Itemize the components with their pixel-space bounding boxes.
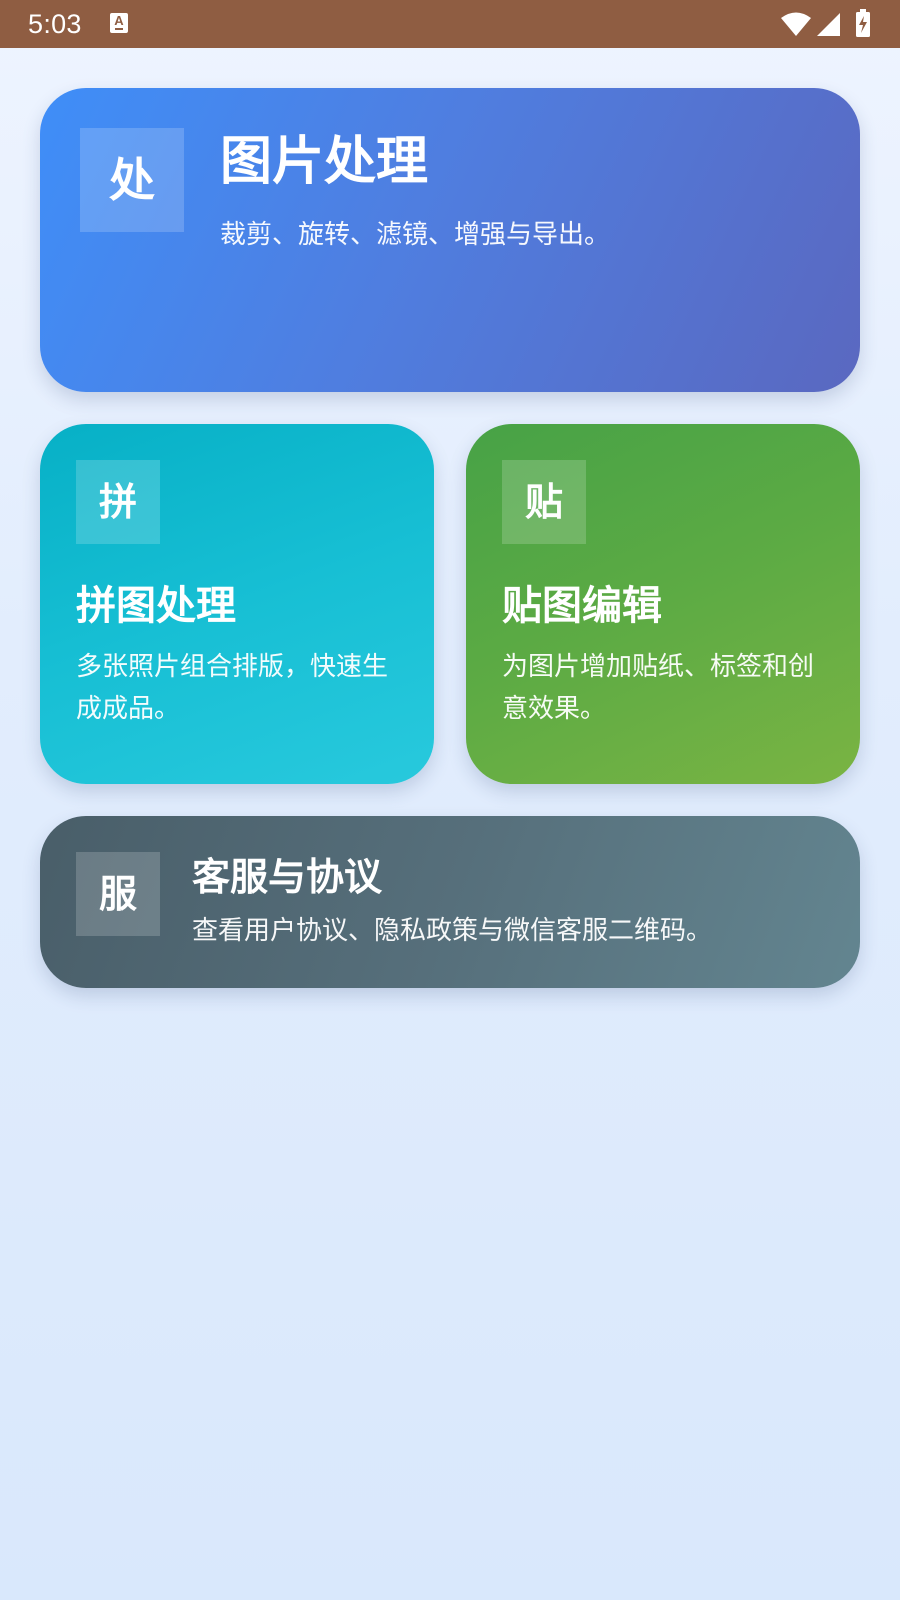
image-processing-card[interactable]: 处 图片处理 裁剪、旋转、滤镜、增强与导出。 (40, 88, 860, 392)
collage-glyph: 拼 (76, 460, 160, 544)
customer-service-title: 客服与协议 (192, 855, 383, 899)
customer-service-glyph: 服 (76, 852, 160, 936)
a-keyboard-glyph: A (114, 13, 124, 28)
image-processing-title: 图片处理 (220, 132, 429, 192)
image-processing-description: 裁剪、旋转、滤镜、增强与导出。 (220, 220, 611, 250)
customer-service-card[interactable]: 服 客服与协议 查看用户协议、隐私政策与微信客服二维码。 (40, 816, 860, 988)
sticker-card[interactable]: 贴 贴图编辑 为图片增加贴纸、标签和创意效果。 (466, 424, 860, 784)
collage-card[interactable]: 拼 拼图处理 多张照片组合排版，快速生成成品。 (40, 424, 434, 784)
sticker-glyph: 贴 (502, 460, 586, 544)
sticker-description: 为图片增加贴纸、标签和创意效果。 (502, 652, 815, 724)
a-keyboard-icon: A (110, 13, 128, 33)
collage-title: 拼图处理 (76, 583, 236, 629)
collage-description: 多张照片组合排版，快速生成成品。 (76, 652, 389, 724)
sticker-title: 贴图编辑 (502, 583, 662, 629)
image-processing-glyph: 处 (80, 128, 184, 232)
wifi-icon (781, 12, 811, 36)
status-bar: 5:03 A (0, 0, 900, 48)
battery-charging-icon (856, 9, 870, 37)
signal-icon (817, 13, 840, 36)
status-time: 5:03 (28, 9, 82, 39)
customer-service-description: 查看用户协议、隐私政策与微信客服二维码。 (192, 916, 713, 946)
